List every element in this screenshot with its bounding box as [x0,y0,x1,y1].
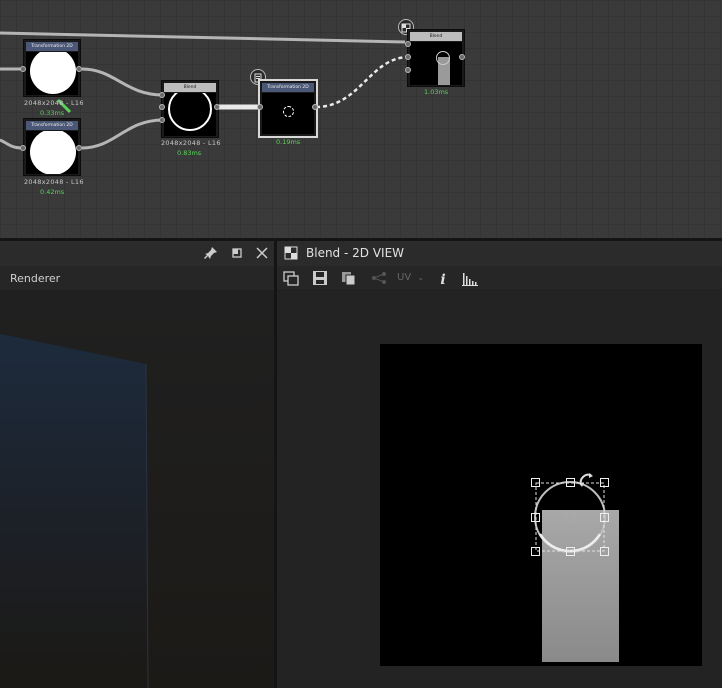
info-icon[interactable]: i [434,270,452,288]
node-timing: 1.03ms [424,88,449,96]
transform-handle[interactable] [600,513,609,522]
renderer-plane [0,334,149,688]
input-port[interactable] [159,92,165,98]
node-title: Blend [410,32,462,41]
pin-icon[interactable] [204,246,218,260]
node-title: Blend [164,83,216,92]
transform-gizmo[interactable] [380,344,702,666]
input-port[interactable] [405,41,411,47]
graph-icon [370,270,388,286]
output-port[interactable] [312,104,318,110]
node-timing: 0.19ms [276,138,301,146]
input-port[interactable] [20,66,26,72]
output-port[interactable] [76,145,82,151]
transform-handle[interactable] [566,547,575,556]
renderer-title: Renderer [10,272,61,285]
display-mode-icon[interactable] [282,270,300,286]
maximize-icon[interactable] [230,246,244,260]
node-timing: 0.83ms [177,149,202,157]
transform-handle[interactable] [531,513,540,522]
svg-text:i: i [440,272,445,286]
input-port[interactable] [20,145,26,151]
view-title: Blend - 2D VIEW [306,246,405,260]
texture-preview[interactable] [380,344,702,666]
node-title: Transformation 2D [26,42,78,51]
copy-icon[interactable] [340,270,358,286]
node-thumbnail [262,93,314,134]
node-thumbnail [26,131,78,174]
uv-dropdown[interactable]: UV ⌄ [397,271,429,285]
transform-handle[interactable] [531,478,540,487]
histogram-icon[interactable] [461,270,479,286]
output-port[interactable] [459,54,465,60]
uv-label: UV [397,272,412,283]
output-port[interactable] [214,104,220,110]
transform-handle[interactable] [531,547,540,556]
node-resolution: 2048x2048 - L16 [24,99,84,107]
close-icon[interactable] [255,246,269,260]
node-transformation-3[interactable]: Transformation 2D [258,79,318,138]
input-port[interactable] [257,104,263,110]
node-title: Transformation 2D [26,121,78,130]
save-icon[interactable] [311,270,329,286]
transform-handle[interactable] [600,478,609,487]
renderer-viewport[interactable] [0,291,274,688]
node-thumbnail [410,42,462,85]
node-thumbnail [26,52,78,95]
node-graph[interactable]: Transformation 2D 2048x2048 - L16 0.33ms… [0,0,722,238]
node-blend-1[interactable]: Blend [161,80,219,138]
chevron-down-icon: ⌄ [417,273,425,282]
checker-icon [284,246,298,260]
node-thumbnail [164,93,216,136]
output-port[interactable] [76,66,82,72]
node-title: Transformation 2D [262,83,314,92]
node-transformation-1[interactable]: Transformation 2D [23,39,81,97]
node-timing: 0.33ms [40,109,65,117]
transform-handle[interactable] [600,547,609,556]
input-port[interactable] [405,54,411,60]
node-timing: 0.42ms [40,188,65,196]
node-blend-2[interactable]: Blend [407,29,465,87]
input-port[interactable] [405,67,411,73]
graph-wires [0,31,410,150]
input-port[interactable] [159,117,165,123]
node-transformation-2[interactable]: Transformation 2D [23,118,81,176]
rotate-handle-icon[interactable] [578,472,594,488]
node-resolution: 2048x2048 - L16 [24,178,84,186]
input-port[interactable] [159,104,165,110]
transform-handle[interactable] [566,478,575,487]
node-resolution: 2048x2048 - L16 [161,139,221,147]
